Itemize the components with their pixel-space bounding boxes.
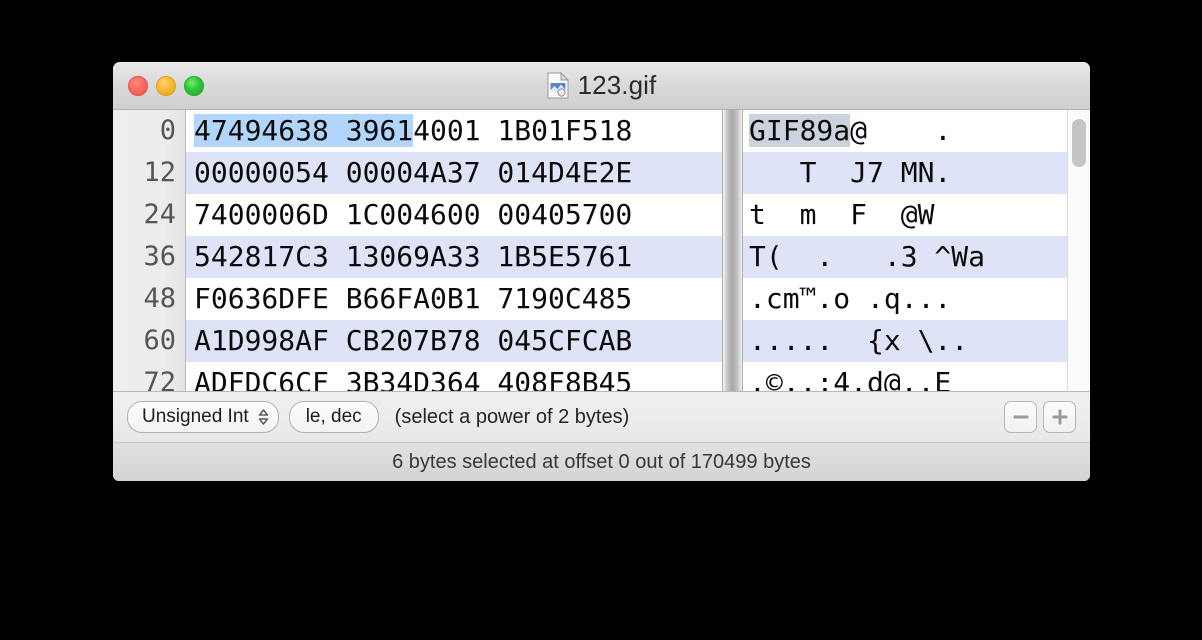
gif-document-icon — [547, 71, 569, 99]
chevron-updown-icon — [257, 407, 270, 427]
ascii-row[interactable]: GIF89a@ . — [743, 110, 1067, 152]
data-type-popup[interactable]: Unsigned Int — [127, 401, 279, 433]
zoom-stepper-group — [1004, 401, 1076, 433]
status-bar-text: 6 bytes selected at offset 0 out of 1704… — [392, 450, 811, 473]
decrease-button[interactable] — [1004, 401, 1037, 433]
close-button[interactable] — [128, 75, 148, 96]
hex-bytes[interactable]: ADFDC6CF 3B34D364 408F8B45 — [194, 366, 632, 391]
window-title-group: 123.gif — [547, 70, 657, 101]
hex-row[interactable]: 7400006D 1C004600 00405700 — [186, 194, 722, 236]
ascii-row[interactable]: .cm™.o .q... — [743, 278, 1067, 320]
hex-row[interactable]: 47494638 39614001 1B01F518 — [186, 110, 722, 152]
hex-editor-area: 0 12 24 36 48 60 72 47494638 39614001 1B… — [113, 110, 1090, 392]
hex-editor-window: 123.gif 0 12 24 36 48 60 72 47494638 396… — [113, 62, 1090, 481]
hex-row[interactable]: A1D998AF CB207B78 045CFCAB — [186, 320, 722, 362]
offset-cell: 48 — [143, 283, 176, 314]
hex-row[interactable]: F0636DFE B66FA0B1 7190C485 — [186, 278, 722, 320]
endianness-format-label: le, dec — [305, 406, 362, 427]
scrollbar-thumb[interactable] — [1072, 119, 1086, 167]
ascii-row[interactable]: T( . .3 ^Wa — [743, 236, 1067, 278]
hex-selected-bytes[interactable]: 47494638 3961 — [194, 114, 414, 147]
hex-bytes[interactable]: F0636DFE B66FA0B1 7190C485 — [194, 282, 632, 315]
window-controls — [128, 75, 204, 96]
ascii-bytes[interactable]: t m F @W — [749, 198, 934, 231]
hex-bytes[interactable]: 00000054 00004A37 014D4E2E — [194, 156, 632, 189]
hex-row[interactable]: 542817C3 13069A33 1B5E5761 — [186, 236, 722, 278]
offset-cell: 0 — [159, 115, 176, 146]
offset-cell: 36 — [143, 241, 176, 272]
window-title: 123.gif — [577, 70, 657, 100]
offset-cell: 72 — [143, 367, 176, 392]
pane-splitter[interactable] — [722, 110, 743, 391]
ascii-bytes[interactable]: .©..;4.d@..E — [749, 366, 951, 391]
offset-cell: 12 — [143, 157, 176, 188]
hex-bytes[interactable]: 4001 1B01F518 — [413, 114, 632, 147]
hex-bytes[interactable]: 542817C3 13069A33 1B5E5761 — [194, 240, 632, 273]
hex-column[interactable]: 47494638 39614001 1B01F518 00000054 0000… — [186, 110, 722, 391]
screen-background: 123.gif 0 12 24 36 48 60 72 47494638 396… — [0, 0, 1202, 640]
hex-row[interactable]: ADFDC6CF 3B34D364 408F8B45 — [186, 362, 722, 391]
vertical-scrollbar[interactable] — [1067, 110, 1090, 391]
ascii-row[interactable]: T J7 MN. — [743, 152, 1067, 194]
minus-icon — [1013, 415, 1028, 419]
hex-bytes[interactable]: 7400006D 1C004600 00405700 — [194, 198, 632, 231]
zoom-button[interactable] — [184, 75, 204, 96]
ascii-column[interactable]: GIF89a@ . T J7 MN. t m F @W T( . .3 ^Wa … — [743, 110, 1067, 391]
ascii-selected-bytes[interactable]: GIF89a — [749, 114, 851, 147]
ascii-bytes[interactable]: .cm™.o .q... — [749, 282, 951, 315]
ascii-bytes[interactable]: T J7 MN. — [749, 156, 952, 189]
hex-bytes[interactable]: A1D998AF CB207B78 045CFCAB — [194, 324, 632, 357]
ascii-row[interactable]: .©..;4.d@..E — [743, 362, 1067, 391]
endianness-format-button[interactable]: le, dec — [288, 401, 379, 433]
offset-column: 0 12 24 36 48 60 72 — [113, 110, 186, 391]
status-bar: 6 bytes selected at offset 0 out of 1704… — [113, 443, 1090, 481]
offset-cell: 24 — [143, 199, 176, 230]
ascii-bytes[interactable]: ..... {x \.. — [749, 324, 968, 357]
plus-icon-vertical — [1058, 409, 1061, 425]
ascii-row[interactable]: t m F @W — [743, 194, 1067, 236]
increase-button[interactable] — [1043, 401, 1076, 433]
window-titlebar[interactable]: 123.gif — [113, 62, 1090, 110]
inspector-toolbar: Unsigned Int le, dec (select a power of … — [113, 392, 1090, 443]
ascii-bytes[interactable]: T( . .3 ^Wa — [749, 240, 985, 273]
offset-cell: 60 — [143, 325, 176, 356]
ascii-bytes[interactable]: @ . — [850, 114, 951, 147]
ascii-row[interactable]: ..... {x \.. — [743, 320, 1067, 362]
hex-row[interactable]: 00000054 00004A37 014D4E2E — [186, 152, 722, 194]
minimize-button[interactable] — [156, 75, 176, 96]
selection-hint-text: (select a power of 2 bytes) — [394, 405, 630, 428]
data-type-popup-label: Unsigned Int — [142, 406, 249, 427]
